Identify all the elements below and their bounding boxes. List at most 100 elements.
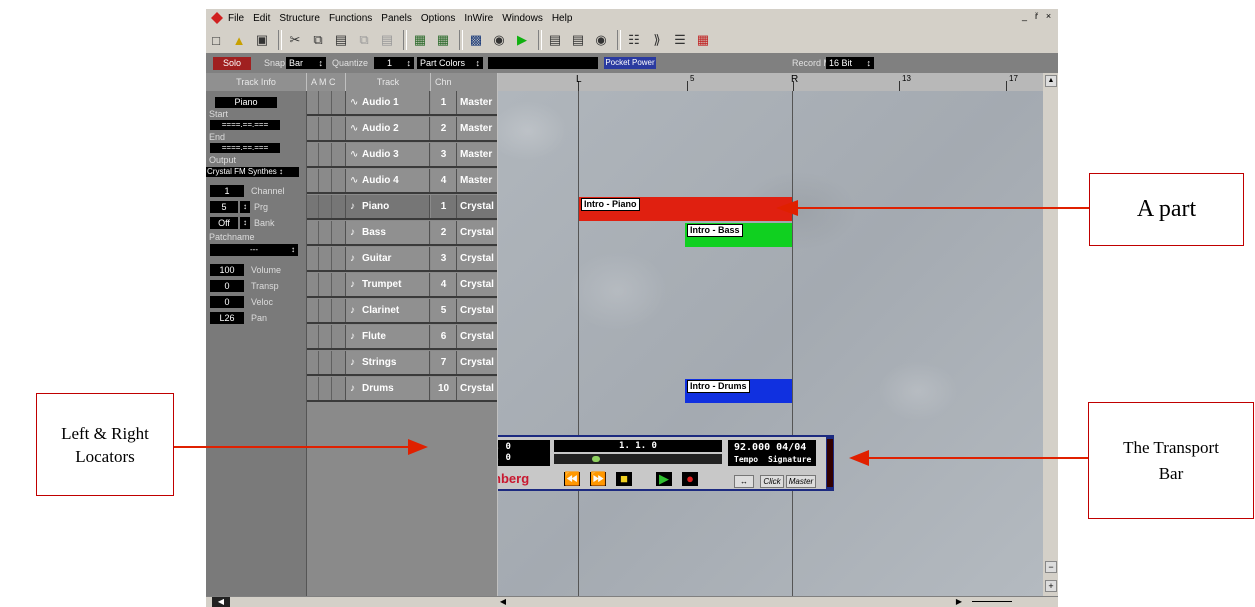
track-channel[interactable]: 4 <box>431 273 457 296</box>
pan-field[interactable]: L26 <box>210 312 244 324</box>
track-output[interactable]: Crystal <box>457 221 497 244</box>
save-icon[interactable]: ▣ <box>252 30 272 50</box>
track-channel[interactable]: 3 <box>431 143 457 166</box>
menu-help[interactable]: Help <box>552 13 573 24</box>
track-row[interactable]: ♪ Bass 2 Crystal <box>307 221 497 246</box>
menu-edit[interactable]: Edit <box>253 13 270 24</box>
cut-icon[interactable]: ✂ <box>285 30 305 50</box>
click-button[interactable]: Click <box>760 475 784 488</box>
left-locator-marker[interactable]: L <box>576 74 582 85</box>
amc-cells[interactable] <box>307 195 346 218</box>
menu-panels[interactable]: Panels <box>381 13 412 24</box>
track-output[interactable]: Crystal <box>457 377 497 400</box>
open-folder-icon[interactable]: ▲ <box>229 30 249 50</box>
close-button[interactable]: × <box>1043 11 1054 22</box>
list-editor-icon[interactable]: ▦ <box>433 30 453 50</box>
new-file-icon[interactable]: □ <box>206 30 226 50</box>
amc-cells[interactable] <box>307 351 346 374</box>
part-intro-piano[interactable]: Intro - Piano <box>579 197 792 221</box>
audio-effects-icon[interactable]: ▦ <box>693 30 713 50</box>
track-output[interactable]: Master <box>457 117 497 140</box>
track-channel[interactable]: 3 <box>431 247 457 270</box>
key-editor-icon[interactable]: ▦ <box>410 30 430 50</box>
track-channel[interactable]: 1 <box>431 195 457 218</box>
empty-field[interactable] <box>488 57 598 69</box>
stop-icon[interactable]: ■ <box>616 472 632 486</box>
scroll-left-icon[interactable]: ◀ <box>498 597 508 607</box>
tempo-signature-display[interactable]: 92.000 04/04 Tempo Signature <box>728 440 816 466</box>
track-channel[interactable]: 4 <box>431 169 457 192</box>
track-row[interactable]: ∿ Audio 4 4 Master <box>307 169 497 194</box>
track-row[interactable]: ∿ Audio 1 1 Master <box>307 91 497 116</box>
part-colors-select[interactable]: Part Colors ↕ <box>417 57 483 69</box>
track-row[interactable]: ∿ Audio 2 2 Master <box>307 117 497 142</box>
inspector-track-name[interactable]: Piano <box>215 97 277 108</box>
sync-button[interactable]: ↔ <box>734 475 754 488</box>
track-row[interactable]: ♪ Strings 7 Crystal <box>307 351 497 376</box>
tempo-track-icon[interactable]: ⟫ <box>647 30 667 50</box>
solo-button[interactable]: Solo <box>213 57 251 70</box>
track-output[interactable]: Master <box>457 91 497 114</box>
score-editor-icon[interactable]: ▩ <box>466 30 486 50</box>
velocity-field[interactable]: 0 <box>210 296 244 308</box>
amc-cells[interactable] <box>307 169 346 192</box>
amc-cells[interactable] <box>307 221 346 244</box>
amc-cells[interactable] <box>307 325 346 348</box>
track-channel[interactable]: 2 <box>431 117 457 140</box>
program-stepper-icon[interactable]: ↕ <box>240 201 250 213</box>
play-icon[interactable]: ▶ <box>656 472 672 486</box>
menu-options[interactable]: Options <box>421 13 455 24</box>
menu-file[interactable]: File <box>228 13 244 24</box>
quantize-select[interactable]: 1 ↕ <box>374 57 414 69</box>
master-button[interactable]: Master <box>786 475 816 488</box>
amc-cells[interactable] <box>307 91 346 114</box>
drum-editor-icon[interactable]: ☷ <box>624 30 644 50</box>
arrange-window-icon[interactable]: ▤ <box>545 30 565 50</box>
bank-stepper-icon[interactable]: ↕ <box>240 217 250 229</box>
position-slider-thumb[interactable] <box>592 456 600 462</box>
menu-structure[interactable]: Structure <box>279 13 320 24</box>
bar-ruler[interactable]: 5 13 17 L R <box>498 73 1043 92</box>
locators-display[interactable]: L R 1. 1. 0 9. 1. 0 <box>498 440 550 466</box>
duplicate-icon[interactable]: ⧉ <box>354 30 374 50</box>
track-channel[interactable]: 1 <box>431 91 457 114</box>
amc-cells[interactable] <box>307 247 346 270</box>
track-row-selected[interactable]: ♪ Piano 1 Crystal <box>307 195 497 220</box>
track-channel[interactable]: 10 <box>431 377 457 400</box>
track-row[interactable]: ♪ Clarinet 5 Crystal <box>307 299 497 324</box>
snap-select[interactable]: Bar ↕ <box>286 57 326 69</box>
repeat-icon[interactable]: ▤ <box>377 30 397 50</box>
inspector-toggle-icon[interactable]: ◀ <box>212 597 230 607</box>
amc-cells[interactable] <box>307 273 346 296</box>
start-field[interactable]: ====.==.=== <box>210 120 280 130</box>
track-output[interactable]: Crystal <box>457 273 497 296</box>
patchname-select[interactable]: --- ↕ <box>210 244 298 256</box>
track-row[interactable]: ♪ Drums 10 Crystal <box>307 377 497 402</box>
part-intro-drums[interactable]: Intro - Drums <box>685 379 792 403</box>
mixer-icon[interactable]: ◉ <box>591 30 611 50</box>
track-output[interactable]: Crystal <box>457 325 497 348</box>
left-locator-value[interactable]: 1. 1. 0 <box>498 442 511 452</box>
program-field[interactable]: 5 <box>210 201 238 213</box>
paste-icon[interactable]: ▤ <box>331 30 351 50</box>
record-icon[interactable]: ◉ <box>489 30 509 50</box>
track-output[interactable]: Crystal <box>457 351 497 374</box>
output-select[interactable]: Crystal FM Synthes ↕ <box>206 167 299 177</box>
pocket-power-button[interactable]: Pocket Power <box>604 57 656 69</box>
track-channel[interactable]: 7 <box>431 351 457 374</box>
arrange-area[interactable]: Intro - Piano Intro - Bass Intro - Drums… <box>498 91 1043 596</box>
minimize-button[interactable]: _ <box>1019 11 1030 22</box>
amc-cells[interactable] <box>307 299 346 322</box>
part-intro-bass[interactable]: Intro - Bass <box>685 223 792 247</box>
restore-button[interactable]: ř <box>1031 11 1042 22</box>
track-channel[interactable]: 5 <box>431 299 457 322</box>
track-output[interactable]: Master <box>457 143 497 166</box>
bank-field[interactable]: Off <box>210 217 238 229</box>
amc-cells[interactable] <box>307 117 346 140</box>
track-row[interactable]: ♪ Flute 6 Crystal <box>307 325 497 350</box>
play-icon[interactable]: ▶ <box>512 30 532 50</box>
end-field[interactable]: ====.==.=== <box>210 143 280 153</box>
track-output[interactable]: Crystal <box>457 247 497 270</box>
amc-cells[interactable] <box>307 143 346 166</box>
vst-instrument-icon[interactable]: ☰ <box>670 30 690 50</box>
